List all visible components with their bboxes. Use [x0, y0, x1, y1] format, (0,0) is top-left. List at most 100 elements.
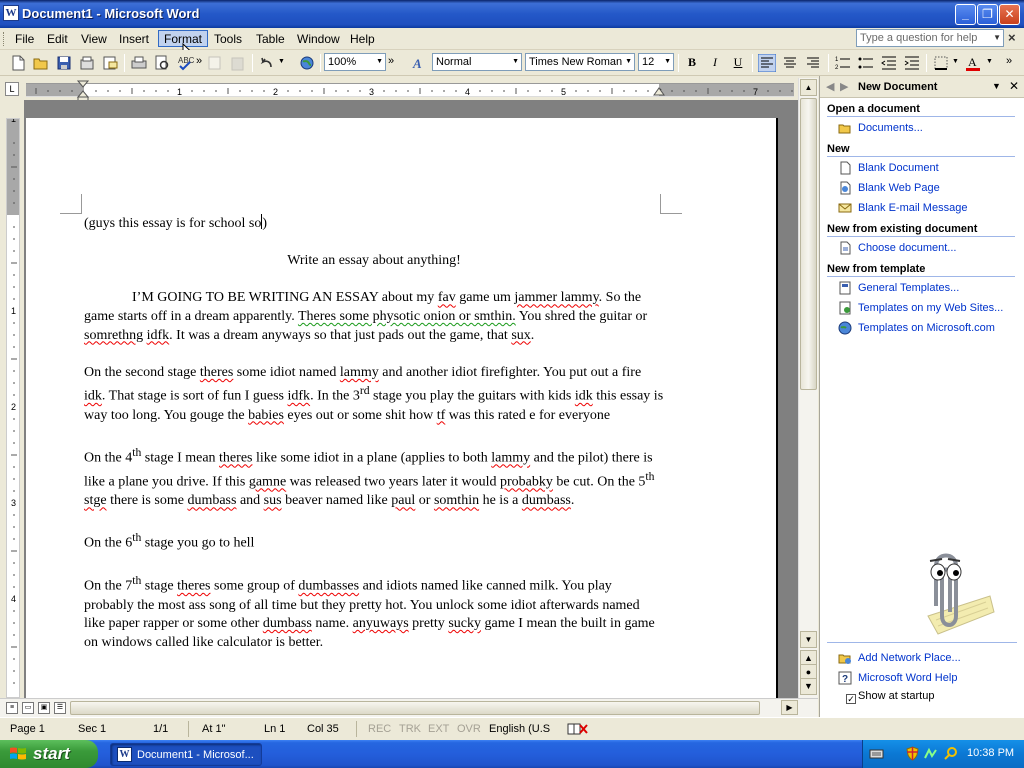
normal-view-icon[interactable]: ≡: [6, 702, 18, 714]
document-page[interactable]: (guys this essay is for school so) Write…: [26, 118, 778, 698]
menu-window[interactable]: Window: [292, 31, 345, 48]
borders-icon[interactable]: [932, 54, 950, 72]
permission-icon[interactable]: [78, 54, 96, 72]
security-shield-icon[interactable]: [905, 746, 920, 761]
menu-tools[interactable]: Tools: [209, 31, 247, 48]
link-blank-document[interactable]: Blank Document: [858, 162, 939, 174]
italic-button[interactable]: I: [706, 54, 724, 71]
link-add-network-place[interactable]: Add Network Place...: [858, 652, 961, 664]
ask-dropdown-icon[interactable]: ▼: [993, 33, 1001, 42]
paragraph-3[interactable]: On the 4th stage I mean theres like some…: [84, 444, 664, 511]
show-at-startup-checkbox[interactable]: ✓: [846, 694, 856, 704]
title-bar[interactable]: W Document1 - Microsoft Word _ ❐ ✕: [0, 0, 1024, 28]
indent-marker-icon[interactable]: [77, 80, 89, 102]
menu-edit[interactable]: Edit: [42, 31, 73, 48]
paste-icon[interactable]: [229, 54, 247, 72]
numbering-icon[interactable]: 12: [834, 54, 852, 72]
open-folder-icon[interactable]: [32, 54, 50, 72]
scroll-down-icon[interactable]: ▼: [800, 631, 817, 648]
paragraph-4[interactable]: On the 6th stage you go to hell: [84, 529, 664, 553]
right-indent-marker-icon[interactable]: [653, 86, 665, 96]
restore-button[interactable]: ❐: [977, 4, 998, 25]
link-general-templates[interactable]: General Templates...: [858, 282, 959, 294]
spelling-check-icon[interactable]: ABC: [176, 54, 194, 72]
status-ovr[interactable]: OVR: [457, 723, 481, 735]
menu-help[interactable]: Help: [345, 31, 380, 48]
tab-selector[interactable]: L: [5, 82, 19, 96]
new-document-icon[interactable]: [9, 54, 27, 72]
link-blank-email[interactable]: Blank E-mail Message: [858, 202, 967, 214]
close-button[interactable]: ✕: [999, 4, 1020, 25]
menu-file[interactable]: File: [10, 31, 39, 48]
link-word-help[interactable]: Microsoft Word Help: [858, 672, 957, 684]
increase-indent-icon[interactable]: [903, 54, 921, 72]
search-tray-icon[interactable]: [943, 746, 958, 761]
font-size-dropdown-icon[interactable]: ▼: [664, 58, 671, 65]
taskbar-word-button[interactable]: W Document1 - Microsof...: [110, 743, 262, 766]
office-assistant-clippy-icon[interactable]: [898, 546, 998, 636]
print-icon[interactable]: [130, 54, 148, 72]
status-ext[interactable]: EXT: [428, 723, 449, 735]
style-select[interactable]: Normal ▼: [432, 53, 522, 71]
back-arrow-icon[interactable]: ◀: [826, 80, 834, 93]
link-choose-document[interactable]: Choose document...: [858, 242, 956, 254]
undo-dropdown-icon[interactable]: ▼: [278, 58, 296, 76]
link-documents[interactable]: Documents...: [858, 122, 923, 134]
print-layout-view-icon[interactable]: ▣: [38, 702, 50, 714]
undo-icon[interactable]: [258, 54, 276, 72]
font-dropdown-icon[interactable]: ▼: [625, 58, 632, 65]
document-text[interactable]: (guys this essay is for school so) Write…: [84, 214, 664, 671]
decrease-indent-icon[interactable]: [880, 54, 898, 72]
styles-formatting-icon[interactable]: A: [410, 54, 428, 72]
print-preview-icon[interactable]: [153, 54, 171, 72]
horizontal-scroll-thumb[interactable]: [70, 701, 760, 715]
status-language[interactable]: English (U.S: [489, 723, 550, 735]
research-globe-icon[interactable]: [298, 54, 316, 72]
status-rec[interactable]: REC: [368, 723, 391, 735]
align-center-icon[interactable]: [781, 54, 799, 72]
cut-icon[interactable]: [206, 54, 224, 72]
zoom-dropdown-icon[interactable]: ▼: [376, 58, 383, 65]
font-color-dropdown-icon[interactable]: ▼: [986, 58, 1004, 76]
paragraph-2[interactable]: On the second stage theres some idiot na…: [84, 364, 664, 425]
align-left-icon[interactable]: [758, 54, 776, 72]
toolbar-overflow-icon[interactable]: »: [388, 55, 406, 73]
ask-question-box[interactable]: Type a question for help ▼: [856, 29, 1004, 47]
underline-button[interactable]: U: [729, 54, 747, 71]
outline-view-icon[interactable]: ☰: [54, 702, 66, 714]
font-size-select[interactable]: 12 ▼: [638, 53, 674, 71]
keyboard-tray-icon[interactable]: [869, 746, 884, 761]
word-app-icon[interactable]: W: [3, 5, 19, 21]
next-page-icon[interactable]: ▼: [800, 678, 817, 695]
paragraph-1[interactable]: I’M GOING TO BE WRITING AN ESSAY about m…: [84, 289, 664, 345]
minimize-button[interactable]: _: [955, 4, 976, 25]
menu-table[interactable]: Table: [251, 31, 290, 48]
document-close-button[interactable]: ×: [1008, 30, 1016, 45]
header-line[interactable]: (guys this essay is for school so): [84, 214, 664, 234]
essay-title[interactable]: Write an essay about anything!: [84, 252, 664, 271]
menu-view[interactable]: View: [76, 31, 112, 48]
web-layout-view-icon[interactable]: ▭: [22, 702, 34, 714]
vertical-scrollbar[interactable]: ▲ ▼ ▲ ● ▼: [798, 78, 818, 698]
task-pane-dropdown-icon[interactable]: ▼: [992, 81, 1001, 91]
zoom-select[interactable]: 100% ▼: [324, 53, 386, 71]
spelling-status-book-icon[interactable]: [567, 722, 589, 736]
bold-button[interactable]: B: [683, 54, 701, 71]
bullets-icon[interactable]: [857, 54, 875, 72]
save-icon[interactable]: [55, 54, 73, 72]
menubar-grip[interactable]: [3, 32, 6, 46]
toolbar-overflow-icon[interactable]: »: [1006, 55, 1024, 73]
paragraph-5[interactable]: On the 7th stage theres some group of du…: [84, 572, 664, 652]
link-templates-microsoft[interactable]: Templates on Microsoft.com: [858, 322, 995, 334]
status-trk[interactable]: TRK: [399, 723, 421, 735]
forward-arrow-icon[interactable]: ▶: [840, 80, 848, 93]
menu-insert[interactable]: Insert: [114, 31, 154, 48]
link-blank-web-page[interactable]: Blank Web Page: [858, 182, 940, 194]
scroll-right-icon[interactable]: ▶: [781, 700, 798, 715]
task-pane-close-icon[interactable]: ✕: [1009, 79, 1019, 93]
horizontal-scrollbar[interactable]: ≡ ▭ ▣ ☰ ▶: [0, 698, 818, 717]
document-area[interactable]: (guys this essay is for school so) Write…: [24, 100, 798, 698]
font-select[interactable]: Times New Roman ▼: [525, 53, 635, 71]
link-templates-web-sites[interactable]: Templates on my Web Sites...: [858, 302, 1003, 314]
vertical-ruler[interactable]: 1 1 2 3 4: [6, 118, 20, 698]
